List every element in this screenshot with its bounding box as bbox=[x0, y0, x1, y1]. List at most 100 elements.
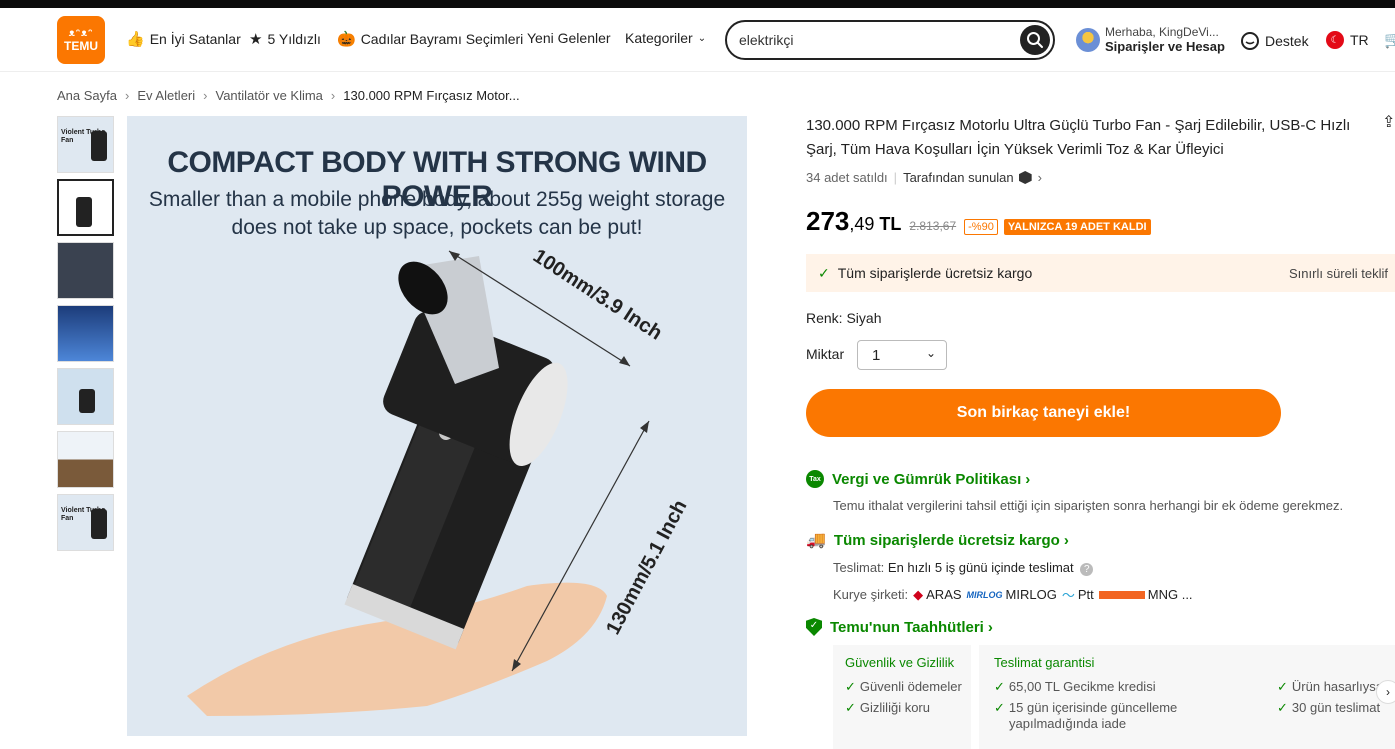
tax-policy-title: Vergi ve Gümrük Politikası bbox=[832, 470, 1022, 488]
price-currency: TL bbox=[879, 214, 902, 234]
commit-item: ✓ 65,00 TL Gecikme kredisi bbox=[994, 676, 1177, 697]
thumbnail-6[interactable] bbox=[57, 431, 114, 488]
chevron-right-icon: › bbox=[1386, 685, 1390, 699]
seller-label[interactable]: Tarafından sunulan bbox=[903, 170, 1014, 185]
quantity-select[interactable]: 1 ⌄ bbox=[857, 340, 947, 370]
commitments-link[interactable]: ✓ Temu'nun Taahhütleri › bbox=[806, 618, 993, 636]
site-header: ᴥᵔᴥᵔ TEMU 👍 En İyi Satanlar ★ 5 Yıldızlı… bbox=[0, 8, 1395, 72]
nav-label: Yeni Gelenler bbox=[527, 30, 611, 46]
star-badge-icon: ★ bbox=[249, 31, 263, 48]
help-icon[interactable]: ? bbox=[1080, 563, 1094, 576]
free-shipping-banner: ✓ Tüm siparişlerde ücretsiz kargo Sınırl… bbox=[806, 254, 1395, 292]
nav-label: En İyi Satanlar bbox=[149, 31, 241, 47]
check-icon: ✓ bbox=[818, 264, 830, 281]
price-integer: 273 bbox=[806, 206, 850, 236]
divider bbox=[971, 645, 979, 749]
courier-ptt: Ptt bbox=[1077, 587, 1094, 602]
thumbs-up-icon: 👍 bbox=[126, 31, 145, 48]
nav-label: Cadılar Bayramı Seçimleri bbox=[360, 31, 524, 47]
breadcrumb-appliances[interactable]: Ev Aletleri bbox=[137, 88, 195, 103]
search-bar bbox=[725, 20, 1055, 60]
commit-item: ✓ Güvenli ödemeler bbox=[845, 676, 962, 697]
nav-categories[interactable]: Kategoriler ⌄ bbox=[625, 30, 706, 46]
tax-policy-text: Temu ithalat vergilerini tahsil ettiği i… bbox=[833, 498, 1344, 513]
shield-icon: ✓ bbox=[806, 618, 822, 636]
nav-five-star[interactable]: ★ 5 Yıldızlı bbox=[249, 30, 321, 48]
discount-badge: -%90 bbox=[964, 219, 998, 235]
thumbnail-1[interactable]: Violent Turbo Fan bbox=[57, 116, 114, 173]
breadcrumb-home[interactable]: Ana Sayfa bbox=[57, 88, 117, 103]
thumbnail-7[interactable]: Violent Turbo Fan bbox=[57, 494, 114, 551]
courier-list: Kurye şirketi: ◆ ARAS MIRLOG MIRLOG 〜 Pt… bbox=[833, 585, 1198, 604]
chevron-right-icon: › bbox=[203, 88, 208, 103]
ptt-logo-icon: 〜 bbox=[1061, 588, 1075, 603]
commit-item-text: Ürün hasarlıysa bbox=[1291, 679, 1383, 694]
temu-logo[interactable]: ᴥᵔᴥᵔ TEMU bbox=[57, 16, 105, 64]
chevron-right-icon: › bbox=[330, 88, 336, 103]
breadcrumb-fans[interactable]: Vantilatör ve Klima bbox=[216, 88, 323, 103]
account-label: Siparişler ve Hesap bbox=[1105, 39, 1225, 54]
check-icon: ✓ bbox=[1277, 700, 1288, 715]
free-shipping-text: Tüm siparişlerde ücretsiz kargo bbox=[837, 265, 1033, 281]
search-button[interactable] bbox=[1020, 25, 1050, 55]
commit-security: Güvenlik ve Gizlilik ✓ Güvenli ödemeler ✓… bbox=[845, 655, 962, 718]
thumbnail-device bbox=[91, 509, 107, 539]
mng-logo-icon bbox=[1098, 590, 1145, 599]
chat-icon bbox=[1241, 32, 1259, 50]
chevron-down-icon: ⌄ bbox=[697, 32, 707, 44]
chevron-down-icon: ⌄ bbox=[925, 346, 936, 360]
truck-icon: 🚚 bbox=[806, 532, 826, 549]
commit-delivery: Teslimat garantisi ✓ 65,00 TL Gecikme kre… bbox=[994, 655, 1177, 734]
aras-logo-icon: ◆ bbox=[913, 586, 924, 602]
thumbnail-3[interactable] bbox=[57, 242, 114, 299]
tax-policy-link[interactable]: Tax Vergi ve Gümrük Politikası › bbox=[806, 470, 1030, 488]
courier-mirlog: MIRLOG bbox=[1005, 587, 1057, 602]
thumbnail-device bbox=[76, 197, 92, 227]
nav-halloween[interactable]: 🎃 Cadılar Bayramı Seçimleri bbox=[337, 30, 523, 48]
thumbnail-device bbox=[79, 389, 95, 413]
courier-label: Kurye şirketi: bbox=[833, 587, 909, 602]
carousel-next-button[interactable]: › bbox=[1376, 680, 1395, 704]
account-greeting: Merhaba, KingDeVi... bbox=[1105, 25, 1219, 39]
sold-row: 34 adet satıldı | Tarafından sunulan › bbox=[806, 170, 1042, 185]
commit-item-text: 65,00 TL Gecikme kredisi bbox=[1008, 679, 1156, 694]
commit-heading: Güvenlik ve Gizlilik bbox=[845, 655, 955, 670]
free-shipping-link[interactable]: 🚚 Tüm siparişlerde ücretsiz kargo › bbox=[806, 530, 1069, 550]
breadcrumb-current: 130.000 RPM Fırçasız Motor... bbox=[343, 88, 520, 103]
chevron-right-icon: › bbox=[1025, 470, 1031, 488]
commit-item: ✓ 30 gün teslimat bbox=[1277, 697, 1383, 718]
commit-item-text: Gizliliği koru bbox=[859, 700, 930, 715]
thumbnail-5[interactable] bbox=[57, 368, 114, 425]
search-input[interactable] bbox=[739, 32, 999, 48]
thumbnail-4[interactable] bbox=[57, 305, 114, 362]
nav-new-arrivals[interactable]: Yeni Gelenler bbox=[527, 30, 611, 46]
check-icon: ✓ bbox=[994, 679, 1005, 694]
cart-icon[interactable]: 🛒 bbox=[1384, 30, 1395, 50]
commit-item-text: Güvenli ödemeler bbox=[859, 679, 962, 694]
language-selector[interactable]: ☾ TR bbox=[1326, 31, 1369, 49]
check-icon: ✓ bbox=[845, 679, 856, 694]
check-icon: ✓ bbox=[1277, 679, 1288, 694]
top-strip bbox=[0, 0, 1395, 8]
account-menu[interactable]: Merhaba, KingDeVi... Siparişler ve Hesap bbox=[1076, 25, 1225, 54]
commit-item: ✓ Gizliliği koru bbox=[845, 697, 962, 718]
share-icon[interactable]: ⇪ bbox=[1382, 112, 1395, 132]
old-price: 2.813,67 bbox=[909, 219, 957, 233]
stock-badge: YALNIZCA 19 ADET KALDI bbox=[1003, 219, 1151, 235]
dimension-height-label: 130mm/5.1 Inch bbox=[602, 496, 691, 638]
add-to-cart-button[interactable]: Son birkaç taneyi ekle! bbox=[806, 389, 1281, 437]
seller-hexagon-icon bbox=[1018, 171, 1032, 184]
turkey-flag-icon: ☾ bbox=[1326, 31, 1344, 49]
support-label: Destek bbox=[1265, 33, 1309, 49]
product-title: 130.000 RPM Fırçasız Motorlu Ultra Güçlü… bbox=[806, 117, 1351, 158]
thumbnail-list: Violent Turbo Fan Violent Turbo Fan bbox=[57, 116, 114, 557]
thumbnail-2[interactable] bbox=[57, 179, 114, 236]
commit-damage: ✓ Ürün hasarlıysa ✓ 30 gün teslimat bbox=[1277, 676, 1383, 718]
nav-label: Kategoriler bbox=[625, 30, 693, 46]
search-icon bbox=[1027, 32, 1043, 48]
support-link[interactable]: Destek bbox=[1240, 31, 1309, 51]
main-product-image[interactable]: COMPACT BODY WITH STRONG WIND POWER Smal… bbox=[127, 116, 747, 736]
language-label: TR bbox=[1350, 32, 1369, 48]
nav-best-sellers[interactable]: 👍 En İyi Satanlar bbox=[126, 30, 241, 48]
courier-aras: ARAS bbox=[926, 587, 962, 602]
